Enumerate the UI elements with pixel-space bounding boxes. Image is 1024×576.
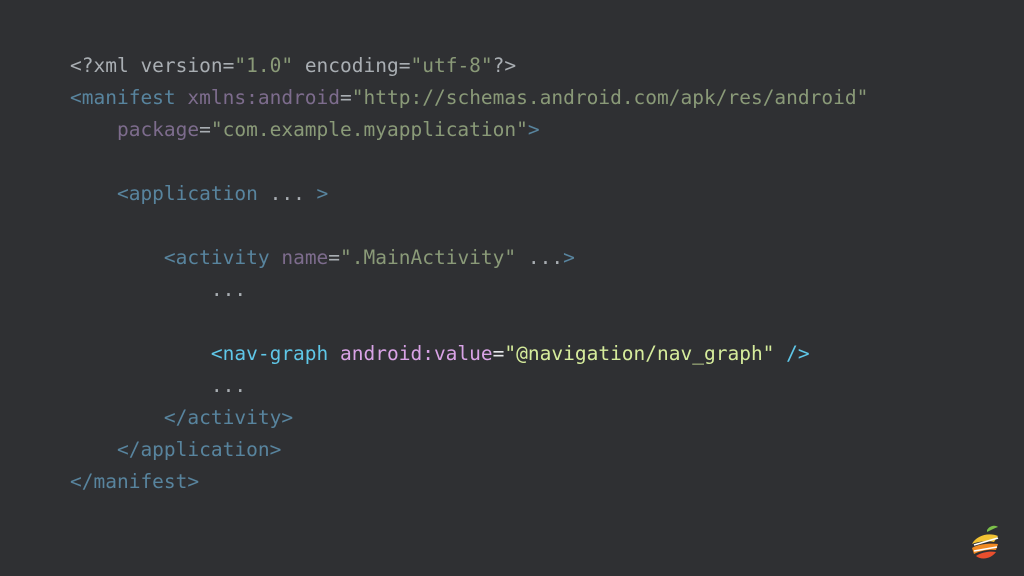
code-token: name bbox=[269, 246, 329, 269]
code-line: <application ... > bbox=[70, 178, 868, 210]
code-token: /> bbox=[774, 342, 810, 365]
code-token: > bbox=[527, 118, 540, 141]
code-token: <nav-graph bbox=[70, 342, 329, 365]
code-line: ... bbox=[70, 274, 868, 306]
code-token: <manifest bbox=[70, 86, 176, 109]
code-token: <?xml version= bbox=[70, 54, 235, 77]
code-line: <activity name=".MainActivity" ...> bbox=[70, 242, 868, 274]
code-token: </activity> bbox=[70, 406, 294, 429]
code-token: package bbox=[70, 118, 200, 141]
orange-slice-logo-icon bbox=[972, 525, 999, 559]
code-line: <manifest xmlns:android="http://schemas.… bbox=[70, 82, 868, 114]
code-token: = bbox=[328, 246, 341, 269]
code-line: </application> bbox=[70, 434, 868, 466]
code-line: <nav-graph android:value="@navigation/na… bbox=[70, 338, 868, 370]
code-token: encoding= bbox=[293, 54, 411, 77]
code-line: package="com.example.myapplication"> bbox=[70, 114, 868, 146]
code-token: ?> bbox=[492, 54, 517, 77]
code-token: > bbox=[316, 182, 329, 205]
code-line: ... bbox=[70, 370, 868, 402]
code-token: "utf-8" bbox=[410, 54, 493, 77]
code-token: ... bbox=[70, 374, 247, 397]
code-token: ... bbox=[70, 278, 247, 301]
code-token: android:value bbox=[328, 342, 493, 365]
code-token: = bbox=[340, 86, 352, 109]
code-block: <?xml version="1.0" encoding="utf-8"?> <m… bbox=[70, 50, 868, 498]
code-token: "1.0" bbox=[234, 54, 294, 77]
code-token: > bbox=[563, 246, 575, 269]
code-token: "@navigation/nav_graph" bbox=[504, 342, 775, 365]
code-line: </manifest> bbox=[70, 466, 868, 498]
code-token: <application bbox=[70, 182, 258, 205]
code-token: "com.example.myapplication" bbox=[210, 118, 528, 141]
code-token: = bbox=[492, 342, 505, 365]
code-token: </application> bbox=[70, 438, 282, 461]
code-line: </activity> bbox=[70, 402, 868, 434]
code-token: </manifest> bbox=[70, 470, 200, 493]
code-token: = bbox=[199, 118, 211, 141]
code-token: ... bbox=[257, 182, 317, 205]
code-token: "http://schemas.android.com/apk/res/andr… bbox=[351, 86, 869, 109]
code-token: <activity bbox=[70, 246, 270, 269]
code-token: ... bbox=[516, 246, 564, 269]
code-slide: <?xml version="1.0" encoding="utf-8"?> <m… bbox=[0, 0, 1024, 576]
code-token: ".MainActivity" bbox=[340, 246, 517, 269]
code-line: <?xml version="1.0" encoding="utf-8"?> bbox=[70, 50, 868, 82]
code-token: xmlns:android bbox=[175, 86, 341, 109]
